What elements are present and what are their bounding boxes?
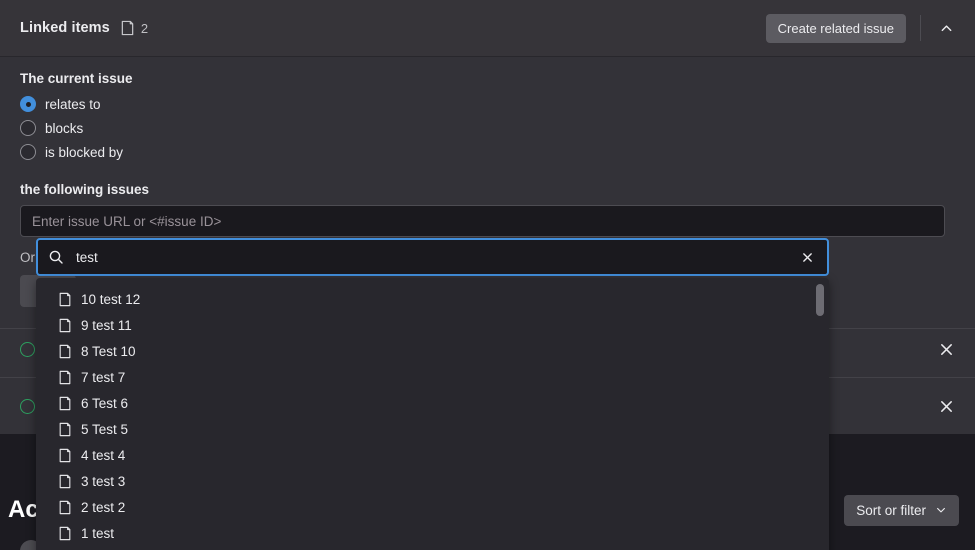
list-item-label: 1 test	[81, 525, 115, 541]
list-item-label: 9 test 11	[81, 317, 132, 333]
issue-count: 2	[140, 20, 149, 36]
issue-page-icon	[59, 318, 71, 332]
issue-url-input[interactable]	[20, 205, 945, 237]
card-header: Linked items 2 Create related issue	[0, 0, 975, 57]
dropdown-scrollbar[interactable]	[816, 284, 824, 550]
search-results-dropdown: 10 test 12 9 test 11 8 Test 10 7 test 7 …	[36, 278, 829, 550]
remove-link-button[interactable]	[933, 393, 959, 419]
close-icon	[802, 252, 812, 262]
sort-or-filter-button[interactable]: Sort or filter	[844, 494, 959, 526]
radio-indicator	[20, 144, 36, 160]
radio-label: is blocked by	[45, 144, 124, 160]
divider	[920, 15, 921, 41]
create-related-issue-button[interactable]: Create related issue	[765, 13, 906, 43]
search-icon	[49, 250, 63, 264]
clear-search-button[interactable]	[797, 247, 817, 267]
search-input[interactable]	[76, 249, 797, 265]
radio-relates-to[interactable]: relates to	[20, 92, 955, 116]
list-item[interactable]: 9 test 11	[36, 312, 829, 338]
chevron-down-icon	[937, 507, 945, 513]
radio-label: relates to	[45, 96, 101, 112]
search-field[interactable]	[36, 238, 829, 276]
radio-blocks[interactable]: blocks	[20, 116, 955, 140]
chevron-up-icon	[941, 24, 951, 31]
current-issue-label: The current issue	[20, 71, 133, 86]
list-item-label: 7 test 7	[81, 369, 126, 385]
list-item[interactable]: 10 test 12	[36, 286, 829, 312]
issue-count-group: 2	[120, 20, 148, 36]
close-icon	[940, 400, 952, 412]
list-item[interactable]: 3 test 3	[36, 468, 829, 494]
issue-page-icon	[59, 370, 71, 384]
list-item-label: 2 test 2	[81, 499, 126, 515]
list-item[interactable]: 6 Test 6	[36, 390, 829, 416]
list-item-label: 3 test 3	[81, 473, 126, 489]
list-item[interactable]: 1 test	[36, 520, 829, 546]
issue-search-overlay: 10 test 12 9 test 11 8 Test 10	[36, 238, 829, 550]
list-item[interactable]: 4 test 4	[36, 442, 829, 468]
issue-page-icon	[59, 448, 71, 462]
list-item-label: 5 Test 5	[81, 421, 129, 437]
remove-link-button[interactable]	[933, 336, 959, 362]
linked-items-page: Is R Activity Sort or filter	[0, 0, 975, 550]
issue-page-icon	[59, 526, 71, 540]
list-item-label: 8 Test 10	[81, 343, 136, 359]
following-issues-label: the following issues	[20, 182, 150, 197]
issue-page-icon	[121, 20, 134, 36]
radio-indicator	[20, 96, 36, 112]
search-results-list: 10 test 12 9 test 11 8 Test 10 7 test 7 …	[36, 278, 829, 550]
radio-dot	[25, 101, 31, 107]
list-item-label: 4 test 4	[81, 447, 126, 463]
close-icon	[940, 343, 952, 355]
collapse-section-button[interactable]	[933, 15, 959, 41]
issue-page-icon	[59, 474, 71, 488]
list-item-label: 6 Test 6	[81, 395, 129, 411]
issue-page-icon	[59, 500, 71, 514]
issue-open-icon	[20, 398, 35, 414]
sort-button-label: Sort or filter	[856, 502, 926, 518]
list-item-label: 10 test 12	[81, 291, 141, 307]
list-item[interactable]: 8 Test 10	[36, 338, 829, 364]
issue-open-icon	[20, 341, 35, 357]
radio-label: blocks	[45, 120, 84, 136]
list-item[interactable]: 2 test 2	[36, 494, 829, 520]
issue-page-icon	[59, 422, 71, 436]
radio-indicator	[20, 120, 36, 136]
list-item[interactable]: 5 Test 5	[36, 416, 829, 442]
issue-page-icon	[59, 292, 71, 306]
issue-page-icon	[59, 344, 71, 358]
issue-page-icon	[59, 396, 71, 410]
radio-is-blocked-by[interactable]: is blocked by	[20, 140, 955, 164]
scrollbar-thumb[interactable]	[816, 284, 824, 316]
list-item[interactable]: 7 test 7	[36, 364, 829, 390]
card-title: Linked items	[20, 20, 110, 36]
